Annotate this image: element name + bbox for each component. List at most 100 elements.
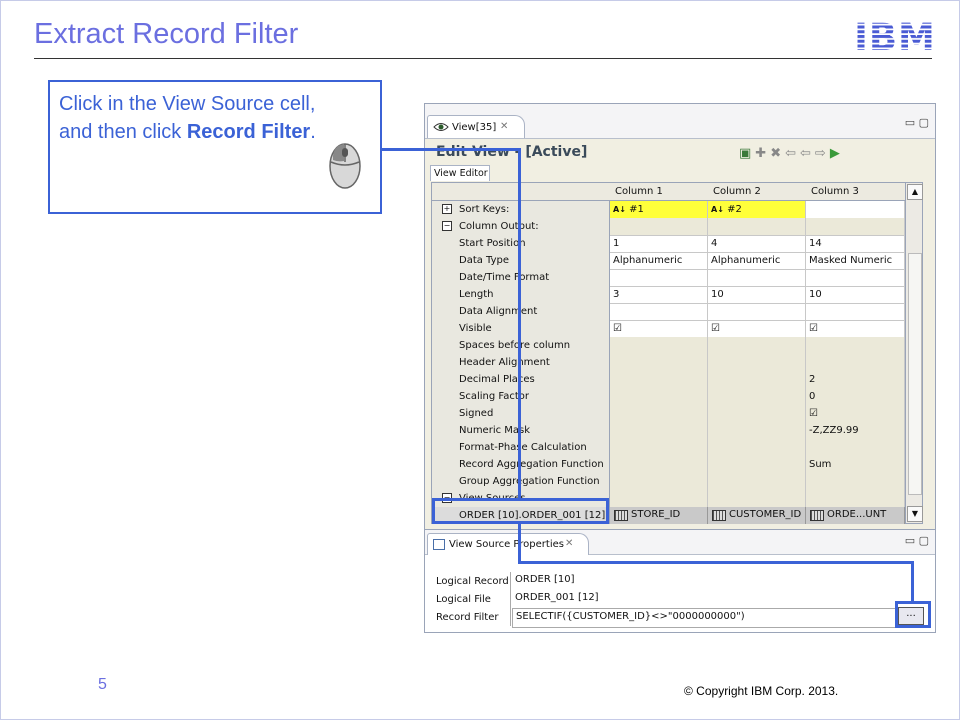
add-column-icon[interactable]: ✚	[755, 146, 770, 161]
tab-view-editor[interactable]: View Editor	[430, 165, 490, 181]
maximize-icon[interactable]: ▢	[919, 534, 929, 547]
grid-cell[interactable]: Alphanumeric	[708, 252, 806, 269]
table-row[interactable]: Format-Phase Calculation	[432, 439, 905, 457]
grid-cell[interactable]	[610, 473, 708, 490]
grid-cell[interactable]: 4	[708, 235, 806, 252]
grid-cell[interactable]	[708, 422, 806, 439]
view-editor-grid: Column 1 Column 2 Column 3 + Sort Keys: A…	[431, 182, 906, 524]
tab-view-source-properties[interactable]: View Source Properties ✕	[427, 533, 589, 555]
move-left-icon[interactable]: ⇦	[800, 146, 815, 161]
grid-cell[interactable]	[708, 269, 806, 286]
run-icon[interactable]: ▶	[830, 146, 844, 161]
table-row[interactable]: Data Type Alphanumeric Alphanumeric Masked …	[432, 252, 905, 270]
grid-cell[interactable]: 2	[806, 371, 905, 388]
grid-cell[interactable]	[708, 456, 806, 473]
scroll-thumb[interactable]	[908, 253, 922, 495]
row-sort-keys[interactable]: + Sort Keys: A↓ #1 A↓ #2	[432, 201, 905, 219]
row-column-output[interactable]: − Column Output:	[432, 218, 905, 236]
column-header-2[interactable]: Column 2	[713, 186, 761, 197]
table-row[interactable]: Start Position 1 4 14	[432, 235, 905, 253]
source-field-cell[interactable]: CUSTOMER_ID	[708, 507, 806, 524]
table-row[interactable]: Group Aggregation Function	[432, 473, 905, 491]
column-header-3[interactable]: Column 3	[811, 186, 859, 197]
grid-cell[interactable]: 0	[806, 388, 905, 405]
grid-cell[interactable]	[610, 337, 708, 354]
table-row[interactable]: Scaling Factor 0	[432, 388, 905, 406]
scroll-up-icon[interactable]: ▲	[907, 184, 923, 200]
grid-cell[interactable]	[708, 371, 806, 388]
collapse-icon[interactable]: −	[442, 221, 452, 231]
grid-cell[interactable]: 10	[708, 286, 806, 303]
close-icon[interactable]: ✕	[565, 538, 573, 549]
grid-cell[interactable]: 10	[806, 286, 905, 303]
grid-scrollbar[interactable]: ▲ ▼	[905, 182, 923, 524]
table-row[interactable]: Data Alignment	[432, 303, 905, 321]
grid-cell[interactable]	[806, 439, 905, 456]
grid-cell[interactable]: 3	[610, 286, 708, 303]
grid-cell[interactable]	[708, 337, 806, 354]
table-row[interactable]: Signed ☑	[432, 405, 905, 423]
grid-cell[interactable]: 14	[806, 235, 905, 252]
grid-cell[interactable]	[610, 388, 708, 405]
row-label: Record Aggregation Function	[432, 456, 610, 473]
logical-record-row: Logical Record ORDER [10]	[430, 572, 930, 590]
save-icon[interactable]: ▣	[739, 146, 755, 161]
expand-icon[interactable]: +	[442, 204, 452, 214]
grid-cell[interactable]	[610, 303, 708, 320]
grid-cell[interactable]	[708, 405, 806, 422]
undo-icon[interactable]: ⇦	[785, 146, 800, 161]
table-icon	[810, 510, 824, 521]
maximize-icon[interactable]: ▢	[919, 116, 929, 129]
table-row[interactable]: Decimal Places 2	[432, 371, 905, 389]
source-field-cell[interactable]: ORDE...UNT	[806, 507, 905, 524]
grid-cell[interactable]	[806, 303, 905, 320]
record-filter-field[interactable]: SELECTIF({CUSTOMER_ID}<>"0000000000")	[512, 608, 899, 628]
source-field-cell[interactable]: STORE_ID	[610, 507, 708, 524]
grid-cell[interactable]: Masked Numeric	[806, 252, 905, 269]
table-row[interactable]: Spaces before column	[432, 337, 905, 355]
move-right-icon[interactable]: ⇨	[815, 146, 830, 161]
sort-key-cell[interactable]	[806, 201, 905, 218]
view-tab[interactable]: View[35] ✕	[427, 115, 525, 138]
grid-cell[interactable]	[610, 422, 708, 439]
sort-key-cell[interactable]: A↓ #1	[610, 201, 708, 218]
grid-cell[interactable]: -Z,ZZ9.99	[806, 422, 905, 439]
grid-cell[interactable]	[708, 473, 806, 490]
minimize-icon[interactable]: ▭	[905, 534, 915, 547]
grid-cell[interactable]: 1	[610, 235, 708, 252]
table-row[interactable]: Date/Time Format	[432, 269, 905, 287]
grid-cell[interactable]	[806, 269, 905, 286]
grid-cell[interactable]	[806, 473, 905, 490]
grid-cell[interactable]	[610, 456, 708, 473]
sort-key-cell[interactable]: A↓ #2	[708, 201, 806, 218]
grid-cell[interactable]	[708, 354, 806, 371]
grid-cell[interactable]	[610, 371, 708, 388]
grid-cell[interactable]	[610, 269, 708, 286]
grid-cell[interactable]: ☑	[610, 320, 708, 337]
grid-cell[interactable]: ☑	[806, 320, 905, 337]
grid-cell[interactable]	[708, 439, 806, 456]
grid-cell[interactable]	[610, 354, 708, 371]
grid-cell[interactable]: ☑	[806, 405, 905, 422]
grid-cell[interactable]: ☑	[708, 320, 806, 337]
table-row[interactable]: Visible ☑ ☑ ☑	[432, 320, 905, 338]
close-icon[interactable]: ✕	[500, 121, 508, 132]
grid-cell[interactable]	[610, 439, 708, 456]
grid-cell[interactable]	[806, 337, 905, 354]
row-label: Header Alignment	[432, 354, 610, 371]
grid-cell[interactable]	[806, 354, 905, 371]
delete-icon[interactable]: ✖	[770, 146, 785, 161]
page-number: 5	[98, 676, 107, 693]
grid-cell[interactable]: Sum	[806, 456, 905, 473]
scroll-down-icon[interactable]: ▼	[907, 506, 923, 522]
table-row[interactable]: Numeric Mask -Z,ZZ9.99	[432, 422, 905, 440]
grid-cell[interactable]	[610, 405, 708, 422]
column-header-1[interactable]: Column 1	[615, 186, 663, 197]
minimize-icon[interactable]: ▭	[905, 116, 915, 129]
table-row[interactable]: Record Aggregation Function Sum	[432, 456, 905, 474]
grid-cell[interactable]	[708, 303, 806, 320]
table-row[interactable]: Header Alignment	[432, 354, 905, 372]
grid-cell[interactable]	[708, 388, 806, 405]
grid-cell[interactable]: Alphanumeric	[610, 252, 708, 269]
table-row[interactable]: Length 3 10 10	[432, 286, 905, 304]
